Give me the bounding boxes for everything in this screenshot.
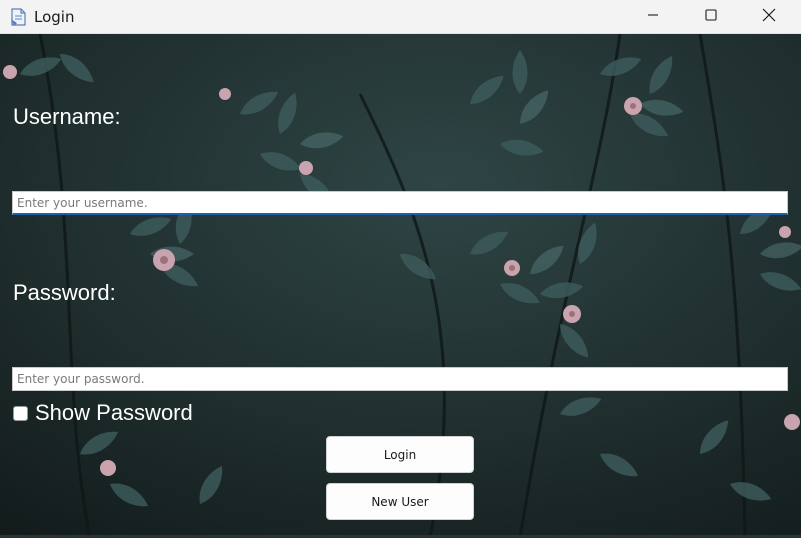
app-icon: [9, 7, 28, 27]
show-password-row[interactable]: Show Password: [13, 400, 193, 426]
maximize-icon: [705, 8, 717, 26]
maximize-button[interactable]: [682, 0, 740, 34]
new-user-button[interactable]: New User: [326, 483, 474, 520]
minimize-button[interactable]: [624, 0, 682, 34]
close-icon: [762, 8, 776, 27]
title-bar[interactable]: Login: [0, 0, 801, 34]
show-password-checkbox[interactable]: [13, 405, 28, 421]
minimize-icon: [647, 8, 659, 26]
username-label: Username:: [13, 104, 121, 129]
username-input[interactable]: [12, 191, 788, 215]
close-button[interactable]: [740, 0, 798, 34]
show-password-label[interactable]: Show Password: [35, 400, 193, 426]
password-input[interactable]: [12, 367, 788, 391]
login-window: Login Username: Enter your username. Pas…: [0, 0, 801, 538]
login-button[interactable]: Login: [326, 436, 474, 473]
window-title: Login: [34, 8, 75, 26]
password-label: Password:: [13, 280, 116, 305]
